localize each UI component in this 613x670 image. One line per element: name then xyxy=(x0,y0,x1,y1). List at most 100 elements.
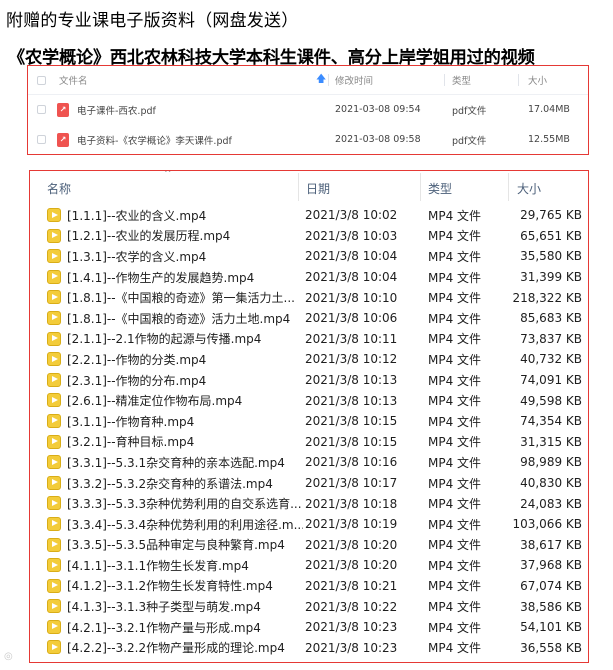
sort-indicator-icon: ^ xyxy=(164,170,172,179)
sort-ascending-icon[interactable]: 🡅 xyxy=(316,66,326,94)
file-size: 31,399 KB xyxy=(520,270,582,285)
file-row[interactable]: [3.3.4]--5.3.4杂种优势利用的利用途径.m... 2021/3/8 1… xyxy=(30,514,588,535)
file-name[interactable]: [3.3.2]--5.3.2杂交育种的系谱法.mp4 xyxy=(67,473,303,494)
row-checkbox[interactable] xyxy=(37,125,46,154)
cloud-file-row[interactable]: ↗ 电子资料-《农学概论》李天课件.pdf 2021-03-08 09:58 p… xyxy=(28,125,588,154)
file-row[interactable]: [3.1.1]--作物育种.mp4 2021/3/8 10:15 MP4 文件 74,… xyxy=(30,411,588,432)
mp4-video-icon xyxy=(47,310,61,325)
file-name[interactable]: [2.6.1]--精准定位作物布局.mp4 xyxy=(67,390,303,411)
intro-heading: 附赠的专业课电子版资料（网盘发送） xyxy=(6,11,299,31)
file-size: 73,837 KB xyxy=(520,331,582,346)
file-name[interactable]: 电子资料-《农学概论》李天课件.pdf xyxy=(77,125,232,154)
file-name[interactable]: [1.8.1]--《中国粮的奇迹》第一集活力土... xyxy=(67,287,303,308)
file-name[interactable]: [3.2.1]--育种目标.mp4 xyxy=(67,432,303,453)
file-type: MP4 文件 xyxy=(428,373,482,388)
column-header-filename[interactable]: 文件名 xyxy=(59,66,88,94)
file-row[interactable]: [4.1.1]--3.1.1作物生长发育.mp4 2021/3/8 10:20 MP… xyxy=(30,555,588,576)
file-date: 2021/3/8 10:19 xyxy=(305,517,398,532)
file-name[interactable]: [3.1.1]--作物育种.mp4 xyxy=(67,411,303,432)
file-name[interactable]: [1.1.1]--农业的含义.mp4 xyxy=(67,205,303,226)
cloud-file-row[interactable]: ↗ 电子课件-西农.pdf 2021-03-08 09:54 pdf文件 17.… xyxy=(28,95,588,124)
file-name[interactable]: [3.3.3]--5.3.3杂种优势利用的自交系选育... xyxy=(67,493,303,514)
column-header-type[interactable]: 类型 xyxy=(428,180,452,197)
mp4-video-icon xyxy=(47,269,61,284)
file-date: 2021/3/8 10:20 xyxy=(305,537,398,552)
file-size: 218,322 KB xyxy=(512,290,582,305)
file-row[interactable]: [3.2.1]--育种目标.mp4 2021/3/8 10:15 MP4 文件 31,… xyxy=(30,432,588,453)
file-row[interactable]: [2.3.1]--作物的分布.mp4 2021/3/8 10:13 MP4 文件 74… xyxy=(30,370,588,391)
file-size: 38,617 KB xyxy=(520,537,582,552)
file-name[interactable]: [3.3.4]--5.3.4杂种优势利用的利用途径.m... xyxy=(67,514,303,535)
file-type: MP4 文件 xyxy=(428,435,482,450)
file-date: 2021/3/8 10:13 xyxy=(305,393,398,408)
file-row[interactable]: [1.2.1]--农业的发展历程.mp4 2021/3/8 10:03 MP4 文件… xyxy=(30,226,588,247)
file-type: MP4 文件 xyxy=(428,332,482,347)
file-size: 29,765 KB xyxy=(520,208,582,223)
mp4-video-icon xyxy=(47,599,61,614)
mp4-video-icon xyxy=(47,331,61,346)
mp4-video-icon xyxy=(47,578,61,593)
file-size: 103,066 KB xyxy=(512,517,582,532)
file-row[interactable]: [2.6.1]--精准定位作物布局.mp4 2021/3/8 10:13 MP4 文… xyxy=(30,390,588,411)
file-row[interactable]: [2.1.1]--2.1作物的起源与传播.mp4 2021/3/8 10:11 MP… xyxy=(30,329,588,350)
file-type: MP4 文件 xyxy=(428,208,482,223)
select-all-checkbox[interactable] xyxy=(37,66,46,94)
column-header-size[interactable]: 大小 xyxy=(517,180,541,197)
file-name[interactable]: [3.3.5]--5.3.5品种审定与良种繁育.mp4 xyxy=(67,535,303,556)
file-name[interactable]: [4.1.2]--3.1.2作物生长发育特性.mp4 xyxy=(67,576,303,597)
mp4-video-icon xyxy=(47,537,61,552)
file-name[interactable]: [4.1.3]--3.1.3种子类型与萌发.mp4 xyxy=(67,596,303,617)
file-name[interactable]: [4.2.1]--3.2.1作物产量与形成.mp4 xyxy=(67,617,303,638)
file-type: MP4 文件 xyxy=(428,394,482,409)
file-name[interactable]: 电子课件-西农.pdf xyxy=(77,95,156,124)
file-row[interactable]: [1.1.1]--农业的含义.mp4 2021/3/8 10:02 MP4 文件 29… xyxy=(30,205,588,226)
file-row[interactable]: [4.2.2]--3.2.2作物产量形成的理论.mp4 2021/3/8 10:2… xyxy=(30,637,588,658)
file-row[interactable]: [3.3.3]--5.3.3杂种优势利用的自交系选育... 2021/3/8 10… xyxy=(30,493,588,514)
file-row[interactable]: [1.3.1]--农学的含义.mp4 2021/3/8 10:04 MP4 文件 35… xyxy=(30,246,588,267)
file-name[interactable]: [2.2.1]--作物的分类.mp4 xyxy=(67,349,303,370)
file-name[interactable]: [1.3.1]--农学的含义.mp4 xyxy=(67,246,303,267)
row-checkbox[interactable] xyxy=(37,95,46,124)
file-name[interactable]: [3.3.1]--5.3.1杂交育种的亲本选配.mp4 xyxy=(67,452,303,473)
file-name[interactable]: [1.8.1]--《中国粮的奇迹》活力土地.mp4 xyxy=(67,308,303,329)
file-size: 36,558 KB xyxy=(520,640,582,655)
watermark: ◎ xyxy=(4,651,13,662)
file-row[interactable]: [4.2.1]--3.2.1作物产量与形成.mp4 2021/3/8 10:23 M… xyxy=(30,617,588,638)
file-date: 2021/3/8 10:04 xyxy=(305,270,398,285)
column-header-date[interactable]: 日期 xyxy=(306,180,330,197)
file-date: 2021/3/8 10:10 xyxy=(305,290,398,305)
file-name[interactable]: [1.4.1]--作物生产的发展趋势.mp4 xyxy=(67,267,303,288)
file-type: MP4 文件 xyxy=(428,600,482,615)
file-row[interactable]: [1.8.1]--《中国粮的奇迹》活力土地.mp4 2021/3/8 10:06 M… xyxy=(30,308,588,329)
mp4-video-icon xyxy=(47,393,61,408)
column-header-name[interactable]: 名称 xyxy=(47,180,71,197)
file-row[interactable]: [1.4.1]--作物生产的发展趋势.mp4 2021/3/8 10:04 MP4 … xyxy=(30,267,588,288)
file-size: 17.04MB xyxy=(528,104,570,115)
file-date: 2021/3/8 10:02 xyxy=(305,208,398,223)
file-name[interactable]: [2.3.1]--作物的分布.mp4 xyxy=(67,370,303,391)
file-name[interactable]: [4.2.2]--3.2.2作物产量形成的理论.mp4 xyxy=(67,637,303,658)
mp4-video-icon xyxy=(47,455,61,470)
file-row[interactable]: [2.2.1]--作物的分类.mp4 2021/3/8 10:12 MP4 文件 40… xyxy=(30,349,588,370)
file-row[interactable]: [4.1.3]--3.1.3种子类型与萌发.mp4 2021/3/8 10:22 M… xyxy=(30,596,588,617)
file-date: 2021/3/8 10:20 xyxy=(305,558,398,573)
column-header-size[interactable]: 大小 xyxy=(528,66,547,94)
file-row[interactable]: [1.8.1]--《中国粮的奇迹》第一集活力土... 2021/3/8 10:10… xyxy=(30,287,588,308)
column-header-type[interactable]: 类型 xyxy=(452,66,471,94)
file-row[interactable]: [3.3.5]--5.3.5品种审定与良种繁育.mp4 2021/3/8 10:2… xyxy=(30,535,588,556)
file-size: 54,101 KB xyxy=(520,620,582,635)
file-type: MP4 文件 xyxy=(428,229,482,244)
file-size: 35,580 KB xyxy=(520,249,582,264)
cloud-list-header: 文件名 🡅 修改时间 类型 大小 xyxy=(28,66,588,95)
file-row[interactable]: [3.3.1]--5.3.1杂交育种的亲本选配.mp4 2021/3/8 10:1… xyxy=(30,452,588,473)
file-date: 2021/3/8 10:06 xyxy=(305,311,398,326)
file-date: 2021/3/8 10:16 xyxy=(305,455,398,470)
column-header-modified[interactable]: 修改时间 xyxy=(335,66,373,94)
file-name[interactable]: [2.1.1]--2.1作物的起源与传播.mp4 xyxy=(67,329,303,350)
file-name[interactable]: [4.1.1]--3.1.1作物生长发育.mp4 xyxy=(67,555,303,576)
file-row[interactable]: [3.3.2]--5.3.2杂交育种的系谱法.mp4 2021/3/8 10:17… xyxy=(30,473,588,494)
file-size: 67,074 KB xyxy=(520,578,582,593)
mp4-video-icon xyxy=(47,413,61,428)
file-name[interactable]: [1.2.1]--农业的发展历程.mp4 xyxy=(67,226,303,247)
file-row[interactable]: [4.1.2]--3.1.2作物生长发育特性.mp4 2021/3/8 10:21… xyxy=(30,576,588,597)
